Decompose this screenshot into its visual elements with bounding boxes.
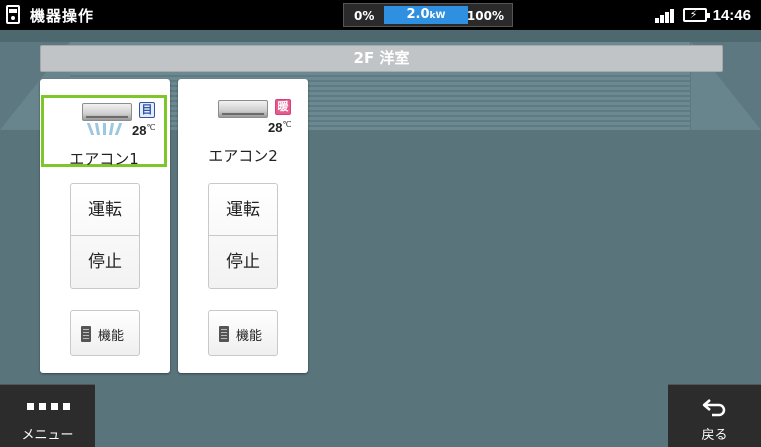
airflow-icon: [86, 123, 127, 135]
power-meter: 0% 2.0kW 100%: [343, 3, 513, 27]
room-ceiling: [0, 30, 761, 42]
battery-charging-icon: ⚡: [682, 8, 710, 22]
stop-button[interactable]: 停止: [209, 236, 277, 288]
function-button[interactable]: 機能: [208, 310, 278, 356]
device-card-aircon-1: 目 28℃ エアコン1 運転 停止 機能: [40, 79, 170, 373]
power-value: 2.0: [406, 7, 430, 22]
function-label: 機能: [98, 329, 125, 344]
status-indicators: ⚡ 14:46: [654, 5, 751, 25]
power-unit: kW: [429, 11, 446, 21]
menu-dots-icon: [27, 403, 71, 411]
air-conditioner-icon: [82, 103, 132, 121]
device-name: エアコン1: [69, 150, 139, 168]
remote-control-icon: [81, 326, 91, 342]
power-min-label: 0%: [354, 9, 375, 23]
back-arrow-icon: [702, 399, 726, 417]
back-button[interactable]: 戻る: [668, 384, 761, 447]
function-button[interactable]: 機能: [70, 310, 140, 356]
menu-button[interactable]: メニュー: [0, 384, 95, 447]
run-stop-group: 運転 停止: [70, 183, 140, 289]
home-device-icon: [6, 5, 20, 24]
clock: 14:46: [712, 6, 751, 24]
menu-label: メニュー: [21, 428, 74, 443]
mode-badge: 目: [139, 102, 155, 118]
mode-badge: 暖: [275, 99, 291, 115]
power-max-label: 100%: [466, 9, 504, 23]
stop-button[interactable]: 停止: [71, 236, 139, 288]
temperature-readout: 28℃: [132, 123, 156, 138]
run-button[interactable]: 運転: [71, 184, 139, 236]
function-label: 機能: [236, 329, 263, 344]
remote-control-icon: [219, 326, 229, 342]
device-card-aircon-2: 暖 28℃ エアコン2 運転 停止 機能: [178, 79, 308, 373]
room-name-banner: 2F 洋室: [40, 45, 723, 72]
temperature-readout: 28℃: [268, 120, 292, 135]
back-label: 戻る: [701, 428, 728, 443]
device-select-aircon-2[interactable]: 暖 28℃ エアコン2: [180, 95, 306, 165]
air-conditioner-icon: [218, 100, 268, 118]
device-select-aircon-1[interactable]: 目 28℃ エアコン1: [41, 95, 167, 168]
run-button[interactable]: 運転: [209, 184, 277, 236]
signal-icon: [654, 7, 677, 23]
device-name: エアコン2: [208, 147, 278, 165]
status-bar: 機器操作 0% 2.0kW 100% ⚡ 14:46: [0, 0, 761, 30]
screen-title: 機器操作: [30, 7, 95, 25]
power-value-bar: 2.0kW: [384, 6, 468, 24]
run-stop-group: 運転 停止: [208, 183, 278, 289]
